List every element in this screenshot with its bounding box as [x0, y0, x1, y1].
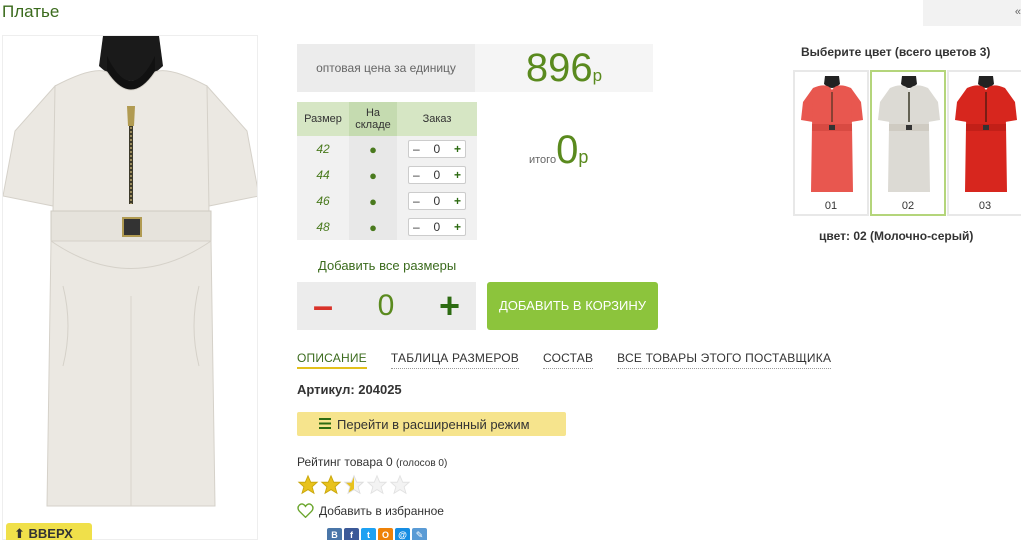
tab-composition[interactable]: СОСТАВ [543, 351, 594, 369]
page-title: Платье [2, 2, 60, 21]
table-row: 48 ● –0 + [297, 214, 477, 240]
price-label: оптовая цена за единицу [297, 44, 475, 92]
swatch-label: 01 [824, 200, 838, 212]
rating-text: Рейтинг товара 0 (голосов 0) [297, 455, 447, 469]
collapse-icon[interactable]: « [1015, 6, 1021, 18]
minus-button[interactable]: – [413, 194, 420, 208]
star-empty-icon[interactable] [366, 474, 388, 496]
plus-button[interactable]: + [439, 288, 460, 324]
selected-color-caption: цвет: 02 (Молочно-серый) [819, 229, 974, 243]
order-header: Заказ [397, 102, 477, 136]
livejournal-icon[interactable]: ✎ [412, 528, 427, 540]
table-row: 46 ● –0 + [297, 188, 477, 214]
dress-image [3, 36, 257, 507]
stock-dot: ● [349, 162, 397, 188]
tab-size-chart[interactable]: ТАБЛИЦА РАЗМЕРОВ [390, 351, 520, 369]
size-header: Размер [297, 102, 349, 136]
stock-dot: ● [349, 214, 397, 240]
size-cell: 42 [297, 136, 349, 162]
tab-supplier-products[interactable]: ВСЕ ТОВАРЫ ЭТОГО ПОСТАВЩИКА [617, 351, 832, 369]
top-right-toggle[interactable]: « [923, 0, 1021, 26]
price-number: 896 [525, 46, 593, 90]
star-empty-icon[interactable] [389, 474, 411, 496]
quantity-value[interactable]: 0 [433, 168, 440, 182]
plus-button[interactable]: + [454, 142, 461, 156]
article-number: Артикул: 204025 [297, 382, 402, 397]
dress-thumbnail [878, 76, 940, 192]
advanced-mode-label: Перейти в расширенный режим [337, 417, 530, 432]
add-all-sizes-link[interactable]: Добавить все размеры [318, 258, 456, 273]
quantity-value[interactable]: 0 [433, 194, 440, 208]
quantity-stepper: –0 + [408, 192, 466, 210]
minus-button[interactable]: – [413, 168, 420, 182]
minus-button[interactable]: – [413, 220, 420, 234]
product-tabs: ОПИСАНИЕ ТАБЛИЦА РАЗМЕРОВ СОСТАВ ВСЕ ТОВ… [297, 351, 832, 369]
rating-stars[interactable] [297, 474, 411, 496]
total-value: 0 [556, 128, 579, 172]
quantity-value[interactable]: 0 [433, 142, 440, 156]
size-cell: 48 [297, 214, 349, 240]
product-photo[interactable] [2, 35, 258, 540]
dress-thumbnail [801, 76, 863, 192]
color-swatch-02[interactable]: 02 [870, 70, 946, 216]
social-share-bar: В f t О @ ✎ [327, 528, 427, 540]
back-to-top-button[interactable]: ⬆ ВВЕРХ [6, 523, 92, 540]
rating-votes: (голосов 0) [396, 458, 448, 469]
stock-dot: ● [349, 188, 397, 214]
quantity-value[interactable]: 0 [378, 289, 395, 323]
plus-button[interactable]: + [454, 194, 461, 208]
price-currency: р [592, 66, 603, 85]
price-value-box: 896р [475, 44, 653, 92]
color-swatches: 01 02 03 [793, 70, 1021, 216]
minus-button[interactable]: – [313, 288, 333, 324]
stock-header: На складе [349, 102, 397, 136]
table-row: 42 ● –0 + [297, 136, 477, 162]
tab-description[interactable]: ОПИСАНИЕ [297, 351, 367, 369]
quantity-stepper: –0 + [408, 218, 466, 236]
total-display: итого0р [529, 128, 588, 173]
vk-icon[interactable]: В [327, 528, 342, 540]
twitter-icon[interactable]: t [361, 528, 376, 540]
table-row: 44 ● –0 + [297, 162, 477, 188]
swatch-label: 02 [901, 200, 915, 212]
facebook-icon[interactable]: f [344, 528, 359, 540]
mailru-icon[interactable]: @ [395, 528, 410, 540]
dress-thumbnail [955, 76, 1017, 192]
advanced-mode-button[interactable]: Перейти в расширенный режим [297, 412, 566, 436]
size-table: Размер На складе Заказ 42 ● –0 + 44 ● –0 +… [297, 102, 477, 240]
odnoklassniki-icon[interactable]: О [378, 528, 393, 540]
add-to-favorites-link[interactable]: Добавить в избранное [297, 503, 444, 518]
color-swatch-03[interactable]: 03 [947, 70, 1021, 216]
size-cell: 46 [297, 188, 349, 214]
main-quantity-stepper: – 0 + [297, 282, 476, 330]
star-half-icon[interactable] [343, 474, 365, 496]
color-swatch-01[interactable]: 01 [793, 70, 869, 216]
quantity-stepper: –0 + [408, 140, 466, 158]
heart-icon [297, 503, 314, 518]
swatch-label: 03 [978, 200, 992, 212]
size-cell: 44 [297, 162, 349, 188]
stock-dot: ● [349, 136, 397, 162]
quantity-value[interactable]: 0 [433, 220, 440, 234]
plus-button[interactable]: + [454, 220, 461, 234]
total-label: итого [529, 154, 557, 166]
list-icon [319, 418, 331, 429]
star-icon[interactable] [320, 474, 342, 496]
total-currency: р [578, 147, 589, 167]
color-chooser-title: Выберите цвет (всего цветов 3) [801, 45, 991, 59]
product-page: { "page": { "title": "Платье", "top_righ… [0, 0, 1021, 540]
add-to-cart-button[interactable]: ДОБАВИТЬ В КОРЗИНУ [487, 282, 658, 330]
favorites-label: Добавить в избранное [319, 503, 444, 518]
minus-button[interactable]: – [413, 142, 420, 156]
star-icon[interactable] [297, 474, 319, 496]
rating-label: Рейтинг товара 0 [297, 455, 393, 469]
quantity-stepper: –0 + [408, 166, 466, 184]
plus-button[interactable]: + [454, 168, 461, 182]
